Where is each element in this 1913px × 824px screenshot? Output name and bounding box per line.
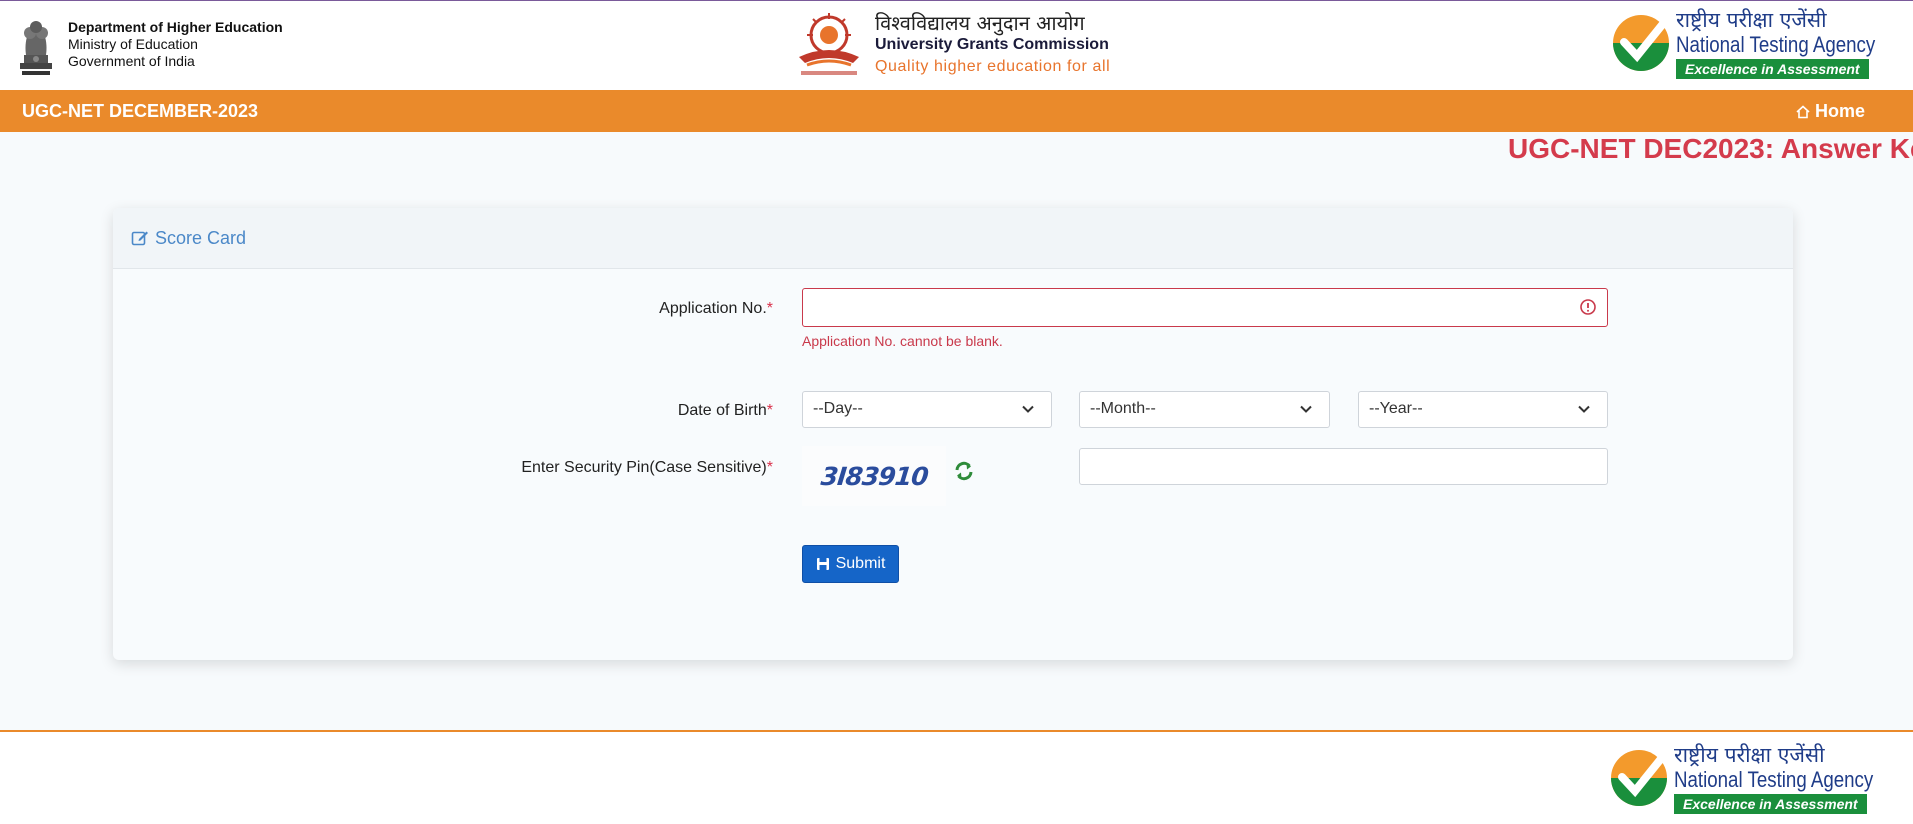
ugc-hindi-name: विश्वविद्यालय अनुदान आयोग xyxy=(875,11,1085,35)
dept-text: Department of Higher Education Ministry … xyxy=(68,11,283,70)
nta-hindi-name: राष्ट्रीय परीक्षा एजेंसी xyxy=(1676,8,1827,32)
chevron-down-icon xyxy=(1300,405,1312,413)
site-header: Department of Higher Education Ministry … xyxy=(0,0,1913,90)
ugc-text: विश्वविद्यालय अनुदान आयोग University Gra… xyxy=(875,12,1110,78)
score-card-panel: Score Card Application No.* Application … xyxy=(113,208,1793,660)
save-icon xyxy=(816,558,829,570)
dob-month-select[interactable]: --Month-- xyxy=(1079,391,1330,428)
nta-badge: Excellence in Assessment xyxy=(1676,59,1869,79)
dept-government: Government of India xyxy=(68,53,195,69)
nta-text: राष्ट्रीय परीक्षा एजेंसी National Testin… xyxy=(1674,742,1908,814)
nta-check-logo-icon xyxy=(1613,15,1670,71)
dob-label: Date of Birth* xyxy=(677,402,773,419)
security-pin-label: Enter Security Pin(Case Sensitive)* xyxy=(521,459,773,476)
required-mark: * xyxy=(766,402,773,419)
ugc-block: विश्वविद्यालय अनुदान आयोग University Gra… xyxy=(793,9,1110,81)
nta-name: National Testing Agency xyxy=(1674,767,1874,792)
application-no-input[interactable] xyxy=(802,288,1608,327)
nta-check-logo-icon xyxy=(1611,750,1668,806)
nta-badge: Excellence in Assessment xyxy=(1674,794,1867,814)
application-error-message: Application No. cannot be blank. xyxy=(802,333,1003,349)
submit-button[interactable]: Submit xyxy=(802,545,899,583)
card-title: Score Card xyxy=(155,227,247,248)
ugc-name: University Grants Commission xyxy=(875,36,1109,53)
nta-text: राष्ट्रीय परीक्षा एजेंसी National Testin… xyxy=(1676,7,1910,79)
home-icon xyxy=(1796,104,1810,118)
submit-label: Submit xyxy=(835,555,886,572)
nta-logo-footer: राष्ट्रीय परीक्षा एजेंसी National Testin… xyxy=(1608,742,1908,814)
chevron-down-icon xyxy=(1578,405,1590,413)
nta-hindi-name: राष्ट्रीय परीक्षा एजेंसी xyxy=(1674,743,1825,767)
home-label: Home xyxy=(1815,101,1866,121)
error-icon xyxy=(1580,299,1596,315)
top-navbar: UGC-NET DECEMBER-2023 Home xyxy=(0,90,1913,132)
ugc-logo-icon xyxy=(799,13,859,75)
required-mark: * xyxy=(766,459,773,476)
dept-ministry: Ministry of Education xyxy=(68,36,198,52)
edit-icon xyxy=(131,231,148,246)
refresh-captcha-icon[interactable] xyxy=(953,460,975,482)
nta-logo-header: राष्ट्रीय परीक्षा एजेंसी National Testin… xyxy=(1610,7,1910,79)
required-mark: * xyxy=(766,300,773,317)
dob-day-select[interactable]: --Day-- xyxy=(802,391,1052,428)
chevron-down-icon xyxy=(1022,405,1034,413)
application-label: Application No.* xyxy=(659,300,773,317)
captcha-text: 3I83910 xyxy=(819,461,929,491)
home-link[interactable]: Home xyxy=(1796,101,1865,122)
security-pin-input[interactable] xyxy=(1079,448,1608,485)
dept-block: Department of Higher Education Ministry … xyxy=(14,11,283,77)
captcha-image: 3I83910 xyxy=(802,446,946,506)
ugc-tagline: Quality higher education for all xyxy=(875,58,1111,75)
announcement-marquee[interactable]: UGC-NET DEC2023: Answer Key xyxy=(1508,133,1913,165)
nta-name: National Testing Agency xyxy=(1676,32,1876,57)
card-header: Score Card xyxy=(113,208,1793,269)
dob-year-select[interactable]: --Year-- xyxy=(1358,391,1608,428)
dept-title: Department of Higher Education xyxy=(68,19,283,35)
exam-title: UGC-NET DECEMBER-2023 xyxy=(22,101,259,121)
national-emblem-icon xyxy=(20,21,52,75)
